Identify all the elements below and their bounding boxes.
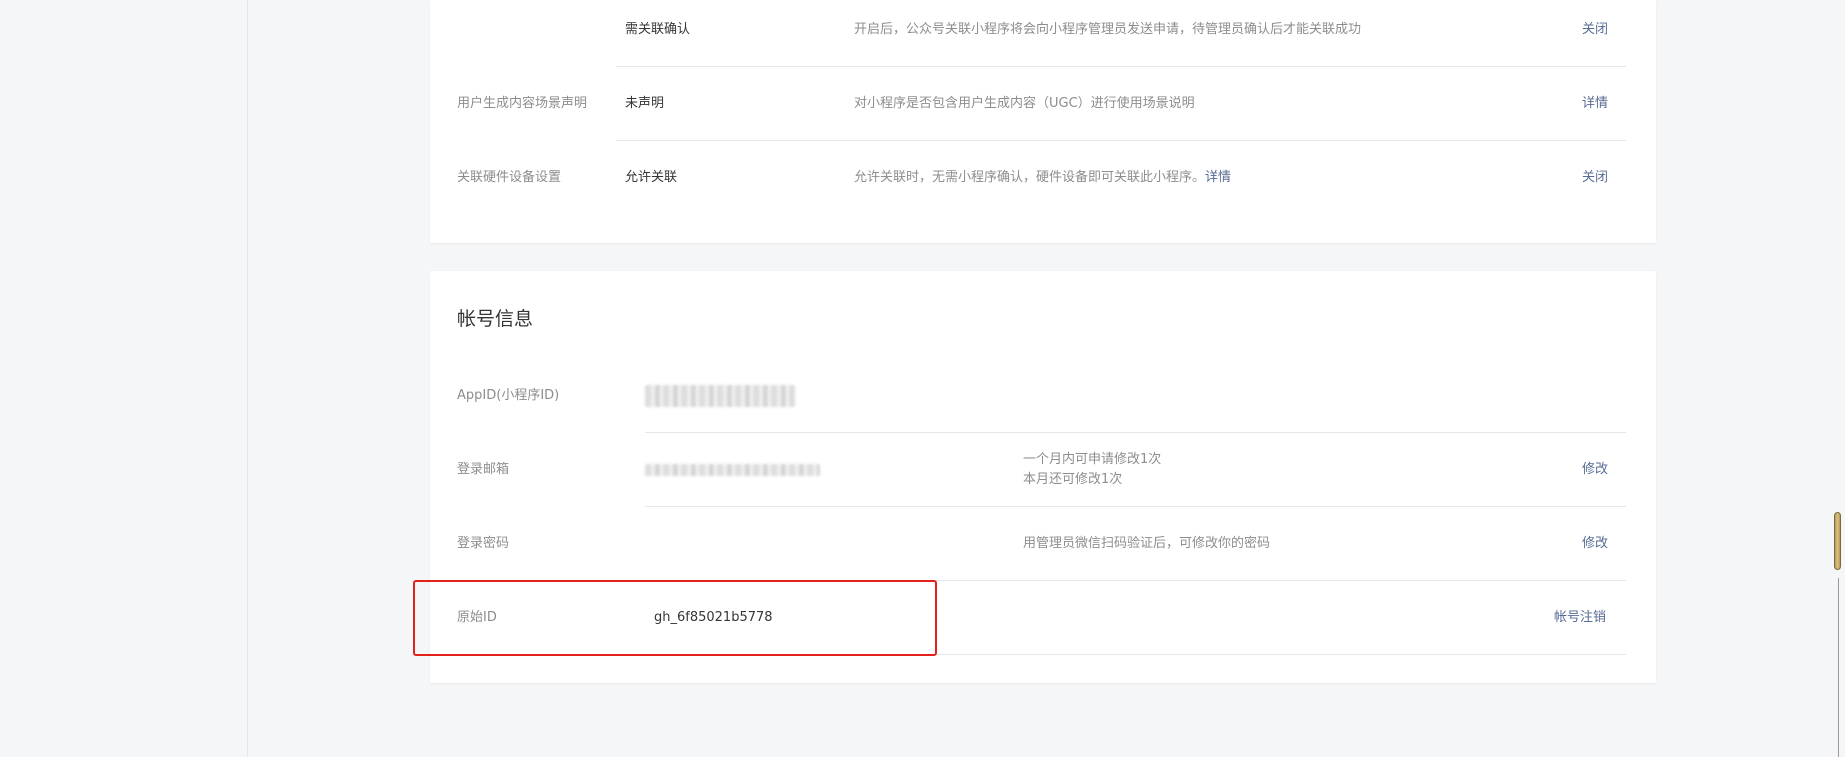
ugc-declaration-label: 用户生成内容场景声明: [457, 96, 588, 111]
hardware-association-value: 允许关联: [625, 170, 678, 185]
login-password-label: 登录密码: [457, 536, 510, 551]
hardware-association-desc-text: 允许关联时，无需小程序确认，硬件设备即可关联此小程序。: [854, 170, 1206, 185]
account-deactivate-link[interactable]: 帐号注销: [1554, 609, 1606, 627]
ugc-declaration-desc: 对小程序是否包含用户生成内容（UGC）进行使用场景说明: [854, 96, 1195, 111]
left-sidebar: [0, 0, 248, 757]
divider: [645, 432, 1626, 433]
account-info-title: 帐号信息: [457, 308, 534, 330]
association-confirm-value: 需关联确认: [625, 22, 691, 37]
scrollbar-thumb[interactable]: [1834, 512, 1841, 570]
login-email-value-redacted: [645, 464, 820, 476]
bottom-strip: [0, 757, 1845, 766]
email-change-note-2: 本月还可修改1次: [1023, 472, 1123, 487]
divider: [645, 506, 1626, 507]
divider: [645, 580, 1626, 581]
ugc-declaration-detail-link[interactable]: 详情: [1582, 95, 1608, 113]
hardware-association-detail-link[interactable]: 详情: [1205, 170, 1231, 185]
password-modify-link[interactable]: 修改: [1582, 535, 1608, 553]
email-modify-link[interactable]: 修改: [1582, 461, 1608, 479]
email-change-note-1: 一个月内可申请修改1次: [1023, 452, 1162, 467]
settings-card: 需关联确认 开启后，公众号关联小程序将会向小程序管理员发送申请，待管理员确认后才…: [430, 0, 1656, 243]
scrollbar-rail: [1838, 578, 1839, 757]
hardware-association-desc: 允许关联时，无需小程序确认，硬件设备即可关联此小程序。详情: [854, 169, 1231, 187]
login-email-label: 登录邮箱: [457, 462, 510, 477]
divider: [645, 654, 1626, 655]
divider: [616, 140, 1626, 141]
original-id-label: 原始ID: [457, 610, 497, 625]
hardware-association-close-link[interactable]: 关闭: [1582, 169, 1608, 187]
hardware-association-label: 关联硬件设备设置: [457, 170, 562, 185]
appid-value-redacted: [645, 385, 795, 407]
appid-label: AppID(小程序ID): [457, 388, 560, 403]
association-confirm-close-link[interactable]: 关闭: [1582, 21, 1608, 39]
original-id-value: gh_6f85021b5778: [654, 610, 773, 625]
ugc-declaration-value: 未声明: [625, 96, 665, 111]
divider: [616, 66, 1626, 67]
password-change-note: 用管理员微信扫码验证后，可修改你的密码: [1023, 536, 1271, 551]
account-info-card: 帐号信息 AppID(小程序ID) 登录邮箱 一个月内可申请修改1次 本月还可修…: [430, 271, 1656, 683]
association-confirm-desc: 开启后，公众号关联小程序将会向小程序管理员发送申请，待管理员确认后才能关联成功: [854, 22, 1362, 37]
page: 需关联确认 开启后，公众号关联小程序将会向小程序管理员发送申请，待管理员确认后才…: [0, 0, 1845, 766]
